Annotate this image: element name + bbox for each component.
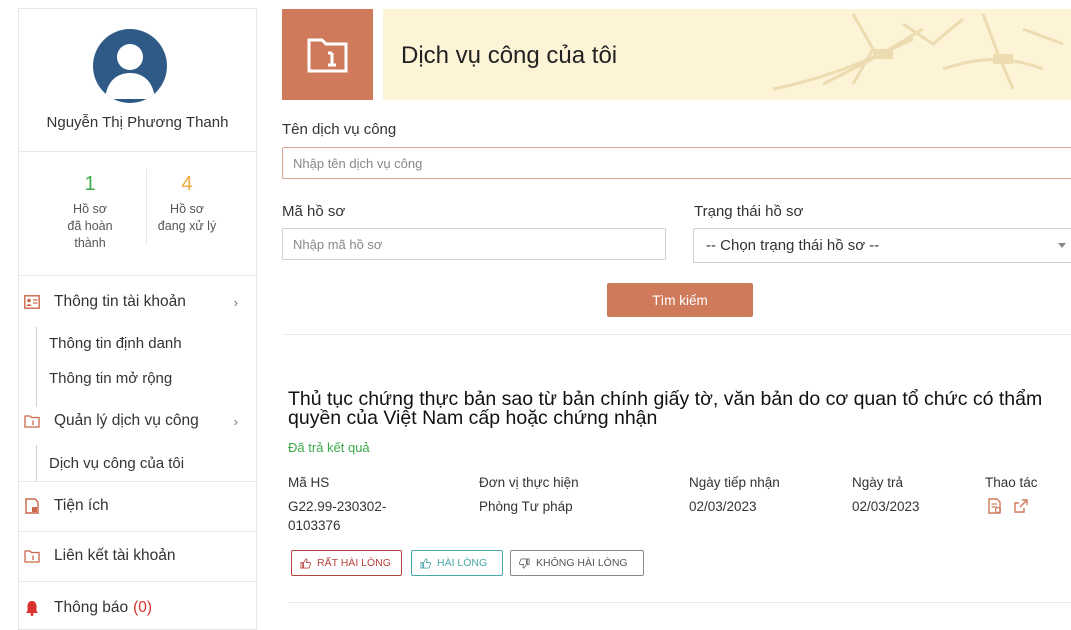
status-select-value: -- Chọn trạng thái hồ sơ -- [706,237,880,254]
caret-down-icon [1058,243,1066,248]
processing-label-1: Hồ sơ [170,202,204,216]
record-code-label: Mã hồ sơ [282,203,346,220]
sidebar-item-label: Liên kết tài khoản [54,547,176,564]
chevron-right-icon: › [233,413,238,429]
completed-count: 1 [84,173,96,195]
stat-divider [146,169,147,245]
folder-info-icon [307,38,348,73]
page-header-icon-box [282,9,373,100]
sidebar-item-account-info[interactable]: Thông tin tài khoản › [19,285,256,319]
divider [19,481,256,482]
thumbs-down-icon [519,558,530,568]
id-card-icon [22,292,42,312]
stat-processing[interactable]: 4 Hồ sơ đang xử lý [149,171,225,235]
sidebar-item-notifications[interactable]: Thông báo (0) [19,591,256,625]
very-satisfied-label: RẤT HÀI LÒNG [317,557,391,569]
column-header-returned: Ngày trả [852,475,904,490]
completed-label-1: Hồ sơ [73,202,107,216]
submenu-line [36,327,37,407]
service-name-label: Tên dịch vụ công [282,121,397,138]
very-satisfied-button[interactable]: RẤT HÀI LÒNG [291,550,402,576]
sidebar-item-identity-info[interactable]: Thông tin định danh [49,335,182,352]
folder-link-icon [22,546,42,566]
sidebar: Nguyễn Thị Phương Thanh 1 Hồ sơ đã hoàn … [18,8,257,630]
record-code: G22.99-230302- 0103376 [288,497,386,535]
processing-count: 4 [181,173,193,195]
sidebar-item-label: Tiện ích [54,497,109,514]
column-header-unit: Đơn vị thực hiện [479,475,579,490]
sidebar-item-linked-accounts[interactable]: Liên kết tài khoản [19,539,256,573]
sidebar-item-label: Thông tin tài khoản [54,293,186,310]
divider [19,151,256,152]
completed-label-2: đã hoàn thành [67,219,113,250]
divider [19,531,256,532]
sidebar-item-utilities[interactable]: Tiện ích [19,489,256,523]
user-silhouette-icon [105,44,155,99]
satisfied-label: HÀI LÒNG [437,557,488,569]
not-satisfied-button[interactable]: KHÔNG HÀI LÒNG [510,550,644,576]
sidebar-item-label: Quản lý dịch vụ công [54,412,199,429]
document-icon [22,496,42,516]
sidebar-item-my-services[interactable]: Dịch vụ công của tôi [49,455,184,472]
sidebar-item-extended-info[interactable]: Thông tin mở rộng [49,370,172,387]
share-icon[interactable] [1013,498,1029,514]
page-header-banner: Dịch vụ công của tôi [383,9,1071,100]
column-header-code: Mã HS [288,475,330,490]
column-header-actions: Thao tác [985,475,1038,490]
notification-count: (0) [133,599,153,616]
search-button[interactable]: Tìm kiếm [607,283,753,317]
satisfied-button[interactable]: HÀI LÒNG [411,550,503,576]
bell-icon [22,598,42,618]
divider [282,334,1071,335]
divider [19,581,256,582]
view-document-icon[interactable] [987,498,1003,514]
folder-info-icon [22,411,42,431]
user-name: Nguyễn Thị Phương Thanh [46,114,229,131]
column-header-received: Ngày tiếp nhận [689,475,780,490]
service-name-input[interactable] [282,147,1071,179]
user-avatar [93,29,167,103]
submenu-line [36,445,37,481]
thumbs-up-icon [420,558,431,568]
divider [19,275,256,276]
not-satisfied-label: KHÔNG HÀI LÒNG [536,557,628,569]
thumbs-up-icon [300,558,311,568]
procedure-title[interactable]: Thủ tục chứng thực bản sao từ bản chính … [288,389,1071,428]
sidebar-item-manage-services[interactable]: Quản lý dịch vụ công › [19,404,256,438]
sidebar-item-label: Thông báo [54,599,129,616]
page-title: Dịch vụ công của tôi [401,42,618,69]
record-received-date: 02/03/2023 [689,499,757,514]
record-code-line-1: G22.99-230302- [288,499,387,514]
stat-completed[interactable]: 1 Hồ sơ đã hoàn thành [52,171,128,252]
record-returned-date: 02/03/2023 [852,499,920,514]
divider [288,602,1071,603]
status-badge: Đã trả kết quả [288,440,370,455]
record-code-line-2: 0103376 [288,518,341,533]
processing-label-2: đang xử lý [157,219,217,233]
status-label: Trạng thái hồ sơ [694,203,804,220]
bird-pattern-decoration-icon [772,13,1064,91]
record-unit: Phòng Tư pháp [479,499,573,514]
chevron-right-icon: › [233,294,238,310]
status-select[interactable]: -- Chọn trạng thái hồ sơ -- [693,228,1071,263]
record-code-input[interactable] [282,228,666,260]
